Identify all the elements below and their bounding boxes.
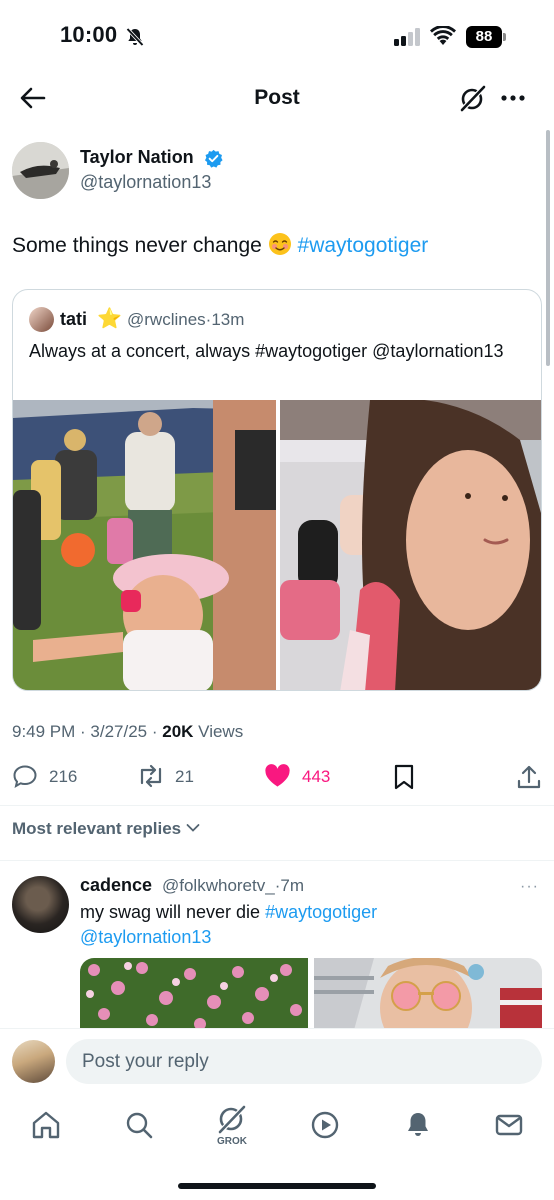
post-body: Some things never change [12,234,262,257]
replies-sort-label: Most relevant replies [12,819,182,838]
author-name[interactable]: Taylor Nation [80,147,194,168]
home-indicator[interactable] [178,1183,376,1189]
verified-badge-icon [204,149,223,173]
grok-tab-icon[interactable] [215,1102,249,1136]
bookmark-icon[interactable] [393,764,415,795]
reply-avatar[interactable] [12,876,69,933]
like-heart-icon[interactable] [264,764,291,793]
reply-text: my swag will never die #waytogotiger @ta… [80,900,520,950]
signal-icon [394,28,422,51]
battery-level: 88 [466,26,502,48]
reply-meta: @folkwhoretv_·7m [162,876,304,896]
post-timestamp: 9:49 PM · 3/27/25 · [12,722,163,741]
grok-tab-label: GROK [217,1136,247,1147]
reply-more-icon[interactable]: ··· [520,878,539,896]
post-text: Some things never change #waytogotiger [12,232,428,260]
quote-author-handle[interactable]: @rwclines [127,310,206,329]
repost-icon[interactable] [136,764,166,793]
home-icon[interactable] [29,1108,63,1142]
star-emoji: ⭐ [97,308,122,330]
views-count[interactable]: 20K [162,722,193,741]
quote-meta: @rwclines·13m [127,310,244,330]
messages-envelope-icon[interactable] [492,1108,526,1142]
quote-avatar[interactable] [29,307,54,332]
reply-photo-sunglasses[interactable] [314,958,542,1030]
reply-author-handle[interactable]: @folkwhoretv_ [162,876,275,895]
quote-photo-concert-child[interactable] [13,400,276,690]
search-icon[interactable] [122,1108,156,1142]
reply-photo-flowers[interactable] [80,958,308,1030]
reply-icon[interactable] [12,764,38,793]
chevron-down-icon [186,824,200,832]
scrollbar[interactable] [546,130,550,366]
more-options-icon[interactable] [500,88,526,108]
divider [0,805,554,806]
reply-time: 7m [280,876,304,895]
divider [0,860,554,861]
post-hashtag-link[interactable]: #waytogotiger [298,234,429,257]
author-handle[interactable]: @taylornation13 [80,172,211,193]
views-label: Views [193,722,244,741]
quote-photo-selfie[interactable] [280,398,541,690]
repost-count[interactable]: 21 [175,767,194,787]
reply-body: my swag will never die [80,902,266,922]
battery-icon: 88 [466,26,506,48]
wifi-icon [430,25,456,51]
video-play-icon[interactable] [308,1108,342,1142]
notifications-bell-icon[interactable] [401,1108,435,1142]
my-avatar[interactable] [12,1040,55,1083]
blush-face-emoji [268,232,292,256]
quoted-post[interactable]: tati ⭐ @rwclines·13m Always at a concert… [12,289,542,691]
reply-input[interactable] [66,1039,542,1084]
quote-text: Always at a concert, always #waytogotige… [29,341,504,361]
reply-hashtag-link[interactable]: #waytogotiger [265,902,377,922]
quote-time: 13m [211,310,245,329]
status-time: 10:00 [60,22,118,47]
post-timestamp-views: 9:49 PM · 3/27/25 · 20K Views [12,722,243,742]
share-icon[interactable] [517,764,541,795]
author-avatar[interactable] [12,142,69,199]
mute-bell-icon [124,26,146,53]
reply-author-name[interactable]: cadence [80,875,152,896]
quote-author-name[interactable]: tati [60,309,87,330]
reply-count[interactable]: 216 [49,767,77,787]
like-count[interactable]: 443 [302,767,330,787]
reply-mention-link[interactable]: @taylornation13 [80,927,211,947]
grok-icon[interactable] [458,83,488,113]
replies-sort-dropdown[interactable]: Most relevant replies [12,819,200,839]
